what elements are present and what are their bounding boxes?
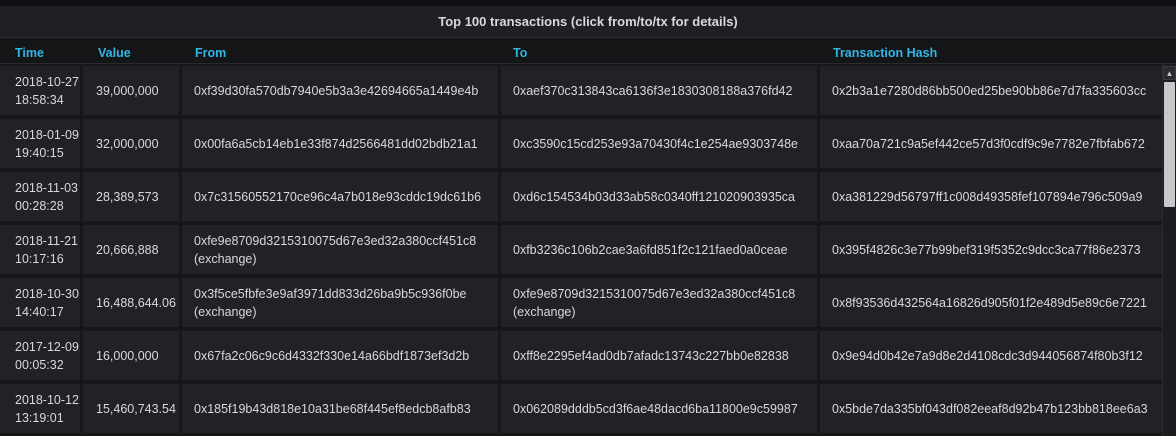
date-text: 2018-11-21: [15, 233, 79, 248]
value-cell: 32,000,000: [83, 119, 179, 168]
triangle-up-icon[interactable]: ▲: [1163, 66, 1176, 80]
date-text: 2018-01-09: [15, 127, 79, 142]
from-address-link[interactable]: 0x185f19b43d818e10a31be68f445ef8edcb8afb…: [194, 400, 498, 418]
time-text: 00:05:32: [15, 357, 64, 372]
to-address-link[interactable]: 0xc3590c15cd253e93a70430f4c1e254ae930374…: [513, 135, 817, 153]
to-note: (exchange): [513, 304, 576, 319]
time-cell: 2018-10-27 18:58:34: [0, 66, 80, 115]
date-text: 2018-11-03: [15, 180, 79, 195]
time-text: 10:17:16: [15, 251, 64, 266]
tx-hash-link[interactable]: 0x2b3a1e7280d86bb500ed25be90bb86e7d7fa33…: [832, 82, 1162, 100]
time-cell: 2018-10-30 14:40:17: [0, 278, 80, 327]
from-address-link[interactable]: 0x3f5ce5fbfe3e9af3971dd833d26ba9b5c936f0…: [194, 285, 498, 303]
to-cell: 0xc3590c15cd253e93a70430f4c1e254ae930374…: [501, 119, 817, 168]
from-note: (exchange): [194, 251, 257, 266]
time-cell: 2018-11-03 00:28:28: [0, 172, 80, 221]
to-address-link[interactable]: 0xff8e2295ef4ad0db7afadc13743c227bb0e828…: [513, 347, 817, 365]
column-header-hash[interactable]: Transaction Hash: [818, 40, 1162, 64]
tx-hash-link[interactable]: 0x8f93536d432564a16826d905f01f2e489d5e89…: [832, 294, 1162, 312]
hash-cell: 0x2b3a1e7280d86bb500ed25be90bb86e7d7fa33…: [820, 66, 1162, 115]
value-cell: 20,666,888: [83, 225, 179, 274]
column-header-value[interactable]: Value: [83, 40, 182, 64]
hash-cell: 0xa381229d56797ff1c008d49358fef107894e79…: [820, 172, 1162, 221]
to-address-link[interactable]: 0x062089dddb5cd3f6ae48dacd6ba11800e9c599…: [513, 400, 817, 418]
tx-hash-link[interactable]: 0xa381229d56797ff1c008d49358fef107894e79…: [832, 188, 1162, 206]
hash-cell: 0x395f4826c3e77b99bef319f5352c9dcc3ca77f…: [820, 225, 1162, 274]
table-body: 2018-10-27 18:58:34 39,000,000 0xf39d30f…: [0, 64, 1162, 436]
to-address-link[interactable]: 0xd6c154534b03d33ab58c0340ff121020903935…: [513, 188, 817, 206]
tx-hash-link[interactable]: 0x9e94d0b42e7a9d8e2d4108cdc3d944056874f8…: [832, 347, 1162, 365]
hash-cell: 0x5bde7da335bf043df082eeaf8d92b47b123bb8…: [820, 384, 1162, 433]
to-cell: 0xfe9e8709d3215310075d67e3ed32a380ccf451…: [501, 278, 817, 327]
from-address-link[interactable]: 0x00fa6a5cb14eb1e33f874d2566481dd02bdb21…: [194, 135, 498, 153]
hash-cell: 0xaa70a721c9a5ef442ce57d3f0cdf9c9e7782e7…: [820, 119, 1162, 168]
column-header-from[interactable]: From: [180, 40, 500, 64]
table-header: Time Value From To Transaction Hash: [0, 40, 1176, 64]
to-address-link[interactable]: 0xfe9e8709d3215310075d67e3ed32a380ccf451…: [513, 285, 817, 303]
from-address-link[interactable]: 0xf39d30fa570db7940e5b3a3e42694665a1449e…: [194, 82, 498, 100]
time-cell: 2018-01-09 19:40:15: [0, 119, 80, 168]
from-cell: 0x185f19b43d818e10a31be68f445ef8edcb8afb…: [182, 384, 498, 433]
time-cell: 2018-11-21 10:17:16: [0, 225, 80, 274]
time-text: 13:19:01: [15, 410, 64, 425]
from-cell: 0x7c31560552170ce96c4a7b018e93cddc19dc61…: [182, 172, 498, 221]
to-address-link[interactable]: 0xaef370c313843ca6136f3e1830308188a376fd…: [513, 82, 817, 100]
to-cell: 0xfb3236c106b2cae3a6fd851f2c121faed0a0ce…: [501, 225, 817, 274]
from-cell: 0x3f5ce5fbfe3e9af3971dd833d26ba9b5c936f0…: [182, 278, 498, 327]
from-cell: 0xf39d30fa570db7940e5b3a3e42694665a1449e…: [182, 66, 498, 115]
from-cell: 0xfe9e8709d3215310075d67e3ed32a380ccf451…: [182, 225, 498, 274]
table-row: 2018-10-30 14:40:17 16,488,644.06 0x3f5c…: [0, 276, 1162, 327]
hash-cell: 0x9e94d0b42e7a9d8e2d4108cdc3d944056874f8…: [820, 331, 1162, 380]
column-header-to[interactable]: To: [498, 40, 818, 64]
table-row: 2018-10-27 18:58:34 39,000,000 0xf39d30f…: [0, 64, 1162, 115]
from-cell: 0x00fa6a5cb14eb1e33f874d2566481dd02bdb21…: [182, 119, 498, 168]
to-cell: 0xff8e2295ef4ad0db7afadc13743c227bb0e828…: [501, 331, 817, 380]
from-address-link[interactable]: 0x67fa2c06c9c6d4332f330e14a66bdf1873ef3d…: [194, 347, 498, 365]
to-cell: 0xd6c154534b03d33ab58c0340ff121020903935…: [501, 172, 817, 221]
from-cell: 0x67fa2c06c9c6d4332f330e14a66bdf1873ef3d…: [182, 331, 498, 380]
tx-hash-link[interactable]: 0x5bde7da335bf043df082eeaf8d92b47b123bb8…: [832, 400, 1162, 418]
hash-cell: 0x8f93536d432564a16826d905f01f2e489d5e89…: [820, 278, 1162, 327]
date-text: 2017-12-09: [15, 339, 79, 354]
date-text: 2018-10-27: [15, 74, 79, 89]
transactions-panel: Top 100 transactions (click from/to/tx f…: [0, 0, 1176, 436]
to-address-link[interactable]: 0xfb3236c106b2cae3a6fd851f2c121faed0a0ce…: [513, 241, 817, 259]
column-header-time[interactable]: Time: [0, 40, 83, 64]
tx-hash-link[interactable]: 0x395f4826c3e77b99bef319f5352c9dcc3ca77f…: [832, 241, 1162, 259]
table-row: 2018-11-21 10:17:16 20,666,888 0xfe9e870…: [0, 223, 1162, 274]
value-cell: 16,000,000: [83, 331, 179, 380]
date-text: 2018-10-30: [15, 286, 79, 301]
time-text: 00:28:28: [15, 198, 64, 213]
table-row: 2018-10-12 13:19:01 15,460,743.54 0x185f…: [0, 382, 1162, 433]
table-row: 2018-01-09 19:40:15 32,000,000 0x00fa6a5…: [0, 117, 1162, 168]
time-text: 18:58:34: [15, 92, 64, 107]
to-cell: 0xaef370c313843ca6136f3e1830308188a376fd…: [501, 66, 817, 115]
time-text: 19:40:15: [15, 145, 64, 160]
vertical-scrollbar[interactable]: ▲: [1162, 64, 1176, 436]
value-cell: 28,389,573: [83, 172, 179, 221]
tx-hash-link[interactable]: 0xaa70a721c9a5ef442ce57d3f0cdf9c9e7782e7…: [832, 135, 1162, 153]
time-text: 14:40:17: [15, 304, 64, 319]
date-text: 2018-10-12: [15, 392, 79, 407]
time-cell: 2018-10-12 13:19:01: [0, 384, 80, 433]
time-cell: 2017-12-09 00:05:32: [0, 331, 80, 380]
from-address-link[interactable]: 0xfe9e8709d3215310075d67e3ed32a380ccf451…: [194, 232, 498, 250]
panel-title[interactable]: Top 100 transactions (click from/to/tx f…: [0, 6, 1176, 38]
value-cell: 39,000,000: [83, 66, 179, 115]
scrollbar-thumb[interactable]: [1164, 82, 1175, 207]
from-address-link[interactable]: 0x7c31560552170ce96c4a7b018e93cddc19dc61…: [194, 188, 498, 206]
table-row: 2017-12-09 00:05:32 16,000,000 0x67fa2c0…: [0, 329, 1162, 380]
table-row: 2018-11-03 00:28:28 28,389,573 0x7c31560…: [0, 170, 1162, 221]
from-note: (exchange): [194, 304, 257, 319]
value-cell: 16,488,644.06: [83, 278, 179, 327]
to-cell: 0x062089dddb5cd3f6ae48dacd6ba11800e9c599…: [501, 384, 817, 433]
value-cell: 15,460,743.54: [83, 384, 179, 433]
